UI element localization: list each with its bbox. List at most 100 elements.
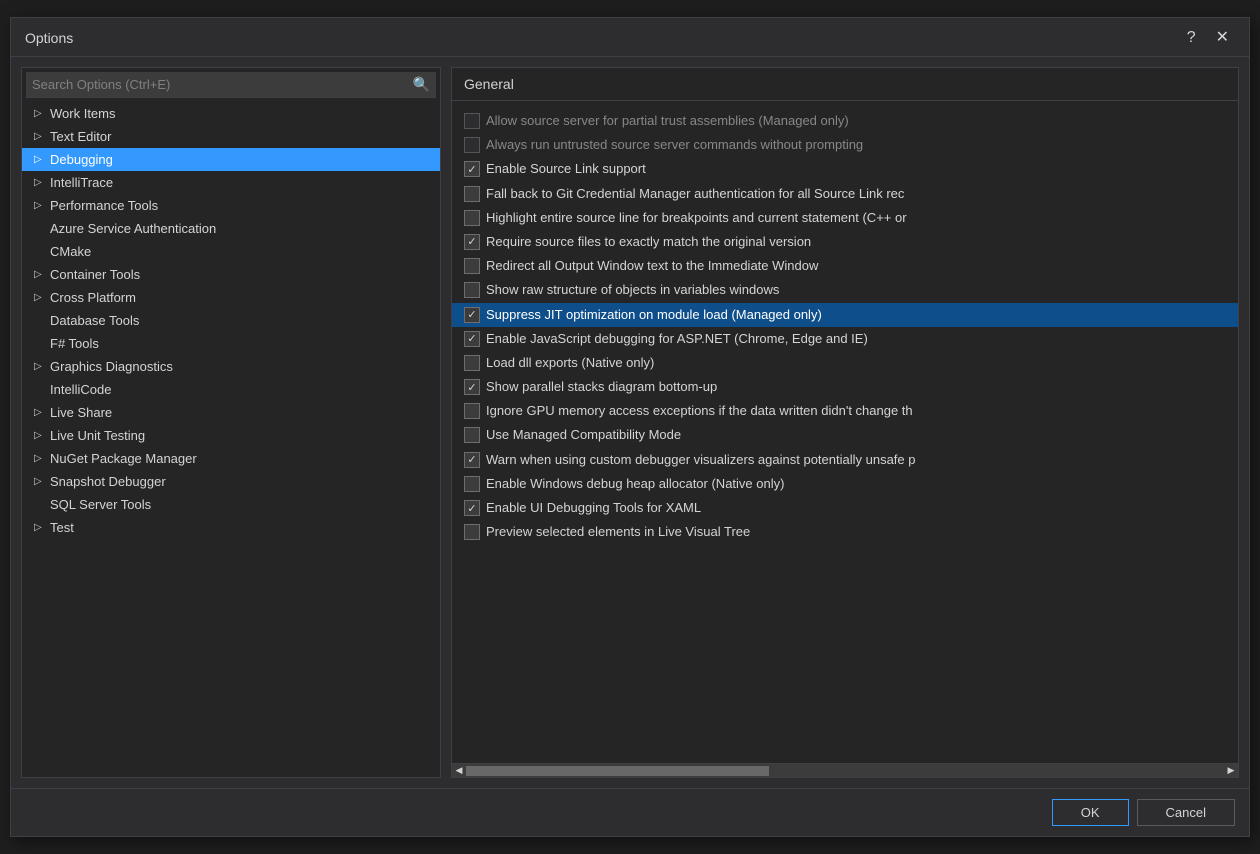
option-label-enable-js-debugging: Enable JavaScript debugging for ASP.NET … — [486, 330, 1226, 348]
search-input[interactable] — [32, 77, 413, 92]
option-checkbox-enable-ui-debugging-xaml[interactable]: ✓ — [464, 500, 480, 516]
h-scroll-right-btn[interactable]: ▶ — [1224, 764, 1238, 778]
option-label-enable-source-link: Enable Source Link support — [486, 160, 1226, 178]
option-row-enable-js-debugging[interactable]: ✓ Enable JavaScript debugging for ASP.NET… — [452, 327, 1238, 351]
option-row-redirect-output[interactable]: Redirect all Output Window text to the I… — [452, 254, 1238, 278]
sidebar-item-label: NuGet Package Manager — [50, 451, 197, 466]
option-checkbox-preview-selected-elements[interactable] — [464, 524, 480, 540]
h-scroll-track — [466, 764, 1224, 777]
sidebar-item-performance-tools[interactable]: ▷Performance Tools — [22, 194, 440, 217]
close-button[interactable]: ✕ — [1210, 28, 1235, 48]
expand-arrow-icon: ▷ — [34, 476, 48, 487]
option-row-enable-source-link[interactable]: ✓ Enable Source Link support — [452, 157, 1238, 181]
option-row-show-parallel-stacks[interactable]: ✓Show parallel stacks diagram bottom-up — [452, 375, 1238, 399]
sidebar-item-text-editor[interactable]: ▷Text Editor — [22, 125, 440, 148]
option-checkbox-fall-back-git[interactable] — [464, 186, 480, 202]
option-label-show-raw-structure: Show raw structure of objects in variabl… — [486, 281, 1226, 299]
option-row-require-source-files[interactable]: ✓Require source files to exactly match t… — [452, 230, 1238, 254]
option-row-highlight-source-line[interactable]: Highlight entire source line for breakpo… — [452, 206, 1238, 230]
option-label-preview-selected-elements: Preview selected elements in Live Visual… — [486, 523, 1226, 541]
sidebar-item-label: Live Unit Testing — [50, 428, 145, 443]
cancel-button[interactable]: Cancel — [1137, 799, 1235, 826]
option-checkbox-enable-js-debugging[interactable]: ✓ — [464, 331, 480, 347]
left-panel: 🔍 ▷Work Items▷Text Editor▷Debugging▷Inte… — [21, 67, 441, 778]
sidebar-item-debugging[interactable]: ▷Debugging — [22, 148, 440, 171]
sidebar-item-label: Test — [50, 520, 74, 535]
sidebar-item-label: Azure Service Authentication — [50, 221, 216, 236]
option-checkbox-suppress-jit[interactable]: ✓ — [464, 307, 480, 323]
option-row-load-dll-exports[interactable]: Load dll exports (Native only) — [452, 351, 1238, 375]
sidebar-item-label: Graphics Diagnostics — [50, 359, 173, 374]
option-checkbox-enable-source-link[interactable]: ✓ — [464, 161, 480, 177]
option-label-ignore-gpu-memory: Ignore GPU memory access exceptions if t… — [486, 402, 1226, 420]
options-dialog: Options ? ✕ 🔍 ▷Work Items▷Text Editor▷De… — [10, 17, 1250, 837]
horizontal-scrollbar[interactable]: ◀ ▶ — [452, 763, 1238, 777]
option-label-allow-source-server: Allow source server for partial trust as… — [486, 112, 1226, 130]
sidebar-item-container-tools[interactable]: ▷Container Tools — [22, 263, 440, 286]
option-checkbox-allow-source-server[interactable] — [464, 113, 480, 129]
expand-arrow-icon: ▷ — [34, 177, 48, 188]
sidebar-item-live-share[interactable]: ▷Live Share — [22, 401, 440, 424]
title-bar-buttons: ? ✕ — [1181, 28, 1235, 48]
option-checkbox-always-run-untrusted[interactable] — [464, 137, 480, 153]
right-panel: General Allow source server for partial … — [451, 67, 1239, 778]
option-checkbox-warn-custom-visualizers[interactable]: ✓ — [464, 452, 480, 468]
sidebar-item-cmake[interactable]: CMake — [22, 240, 440, 263]
sidebar-item-graphics-diagnostics[interactable]: ▷Graphics Diagnostics — [22, 355, 440, 378]
option-checkbox-enable-windows-debug-heap[interactable] — [464, 476, 480, 492]
sidebar-item-intellitrace[interactable]: ▷IntelliTrace — [22, 171, 440, 194]
sidebar-item-label: IntelliCode — [50, 382, 111, 397]
expand-arrow-icon: ▷ — [34, 131, 48, 142]
sidebar-item-label: Debugging — [50, 152, 113, 167]
sidebar-item-test[interactable]: ▷Test — [22, 516, 440, 539]
options-scroll[interactable]: Allow source server for partial trust as… — [452, 101, 1238, 763]
expand-arrow-icon: ▷ — [34, 430, 48, 441]
sidebar-item-fsharp-tools[interactable]: F# Tools — [22, 332, 440, 355]
option-checkbox-use-managed-compat[interactable] — [464, 427, 480, 443]
option-row-fall-back-git[interactable]: Fall back to Git Credential Manager auth… — [452, 182, 1238, 206]
sidebar-item-snapshot-debugger[interactable]: ▷Snapshot Debugger — [22, 470, 440, 493]
sidebar-item-cross-platform[interactable]: ▷Cross Platform — [22, 286, 440, 309]
option-row-always-run-untrusted[interactable]: Always run untrusted source server comma… — [452, 133, 1238, 157]
h-scroll-left-btn[interactable]: ◀ — [452, 764, 466, 778]
right-panel-scroll-area: Allow source server for partial trust as… — [452, 101, 1238, 763]
option-checkbox-highlight-source-line[interactable] — [464, 210, 480, 226]
option-checkbox-require-source-files[interactable]: ✓ — [464, 234, 480, 250]
sidebar-item-azure-service-auth[interactable]: Azure Service Authentication — [22, 217, 440, 240]
sidebar-item-sql-server-tools[interactable]: SQL Server Tools — [22, 493, 440, 516]
option-checkbox-show-parallel-stacks[interactable]: ✓ — [464, 379, 480, 395]
option-row-suppress-jit[interactable]: ✓ Suppress JIT optimization on module loa… — [452, 303, 1238, 327]
expand-arrow-icon: ▷ — [34, 292, 48, 303]
option-row-enable-windows-debug-heap[interactable]: Enable Windows debug heap allocator (Nat… — [452, 472, 1238, 496]
expand-arrow-icon: ▷ — [34, 407, 48, 418]
option-row-preview-selected-elements[interactable]: Preview selected elements in Live Visual… — [452, 520, 1238, 544]
option-checkbox-ignore-gpu-memory[interactable] — [464, 403, 480, 419]
option-label-enable-windows-debug-heap: Enable Windows debug heap allocator (Nat… — [486, 475, 1226, 493]
search-box[interactable]: 🔍 — [26, 72, 436, 98]
option-checkbox-redirect-output[interactable] — [464, 258, 480, 274]
sidebar-item-database-tools[interactable]: Database Tools — [22, 309, 440, 332]
option-row-ignore-gpu-memory[interactable]: Ignore GPU memory access exceptions if t… — [452, 399, 1238, 423]
sidebar-item-intellicode[interactable]: IntelliCode — [22, 378, 440, 401]
option-row-show-raw-structure[interactable]: Show raw structure of objects in variabl… — [452, 278, 1238, 302]
search-icon: 🔍 — [413, 76, 430, 93]
option-label-suppress-jit: Suppress JIT optimization on module load… — [486, 306, 1226, 324]
help-button[interactable]: ? — [1181, 28, 1202, 48]
ok-button[interactable]: OK — [1052, 799, 1129, 826]
sidebar-item-label: IntelliTrace — [50, 175, 113, 190]
sidebar-item-nuget-package-manager[interactable]: ▷NuGet Package Manager — [22, 447, 440, 470]
right-panel-content: Allow source server for partial trust as… — [452, 101, 1238, 777]
dialog-title: Options — [25, 30, 73, 46]
sidebar-item-work-items[interactable]: ▷Work Items — [22, 102, 440, 125]
option-label-use-managed-compat: Use Managed Compatibility Mode — [486, 426, 1226, 444]
tree-container[interactable]: ▷Work Items▷Text Editor▷Debugging▷Intell… — [22, 102, 440, 777]
option-row-use-managed-compat[interactable]: Use Managed Compatibility Mode — [452, 423, 1238, 447]
option-checkbox-show-raw-structure[interactable] — [464, 282, 480, 298]
option-row-allow-source-server[interactable]: Allow source server for partial trust as… — [452, 109, 1238, 133]
h-scroll-thumb[interactable] — [466, 766, 769, 776]
sidebar-item-live-unit-testing[interactable]: ▷Live Unit Testing — [22, 424, 440, 447]
option-checkbox-load-dll-exports[interactable] — [464, 355, 480, 371]
sidebar-item-label: Performance Tools — [50, 198, 158, 213]
option-row-warn-custom-visualizers[interactable]: ✓Warn when using custom debugger visuali… — [452, 448, 1238, 472]
option-row-enable-ui-debugging-xaml[interactable]: ✓Enable UI Debugging Tools for XAML — [452, 496, 1238, 520]
